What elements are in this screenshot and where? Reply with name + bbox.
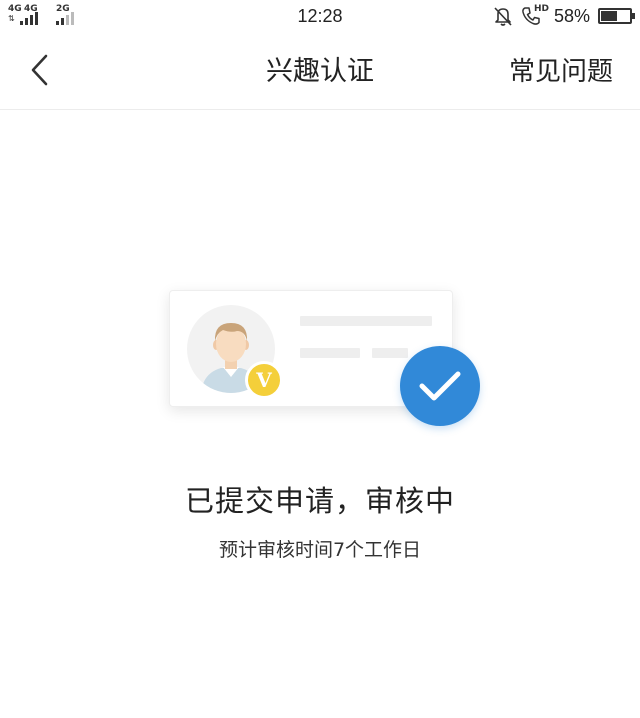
hd-call-icon: HD	[520, 4, 549, 27]
mute-bell-icon	[492, 5, 514, 27]
battery-percent: 58%	[553, 5, 590, 26]
status-right-group: HD 58%	[492, 4, 635, 27]
hd-label: HD	[533, 4, 549, 14]
placeholder-line	[300, 316, 432, 326]
chevron-left-icon	[31, 54, 48, 86]
placeholder-line	[372, 348, 408, 358]
nav-bar: 兴趣认证 常见问题	[0, 34, 640, 110]
battery-level-fill	[601, 11, 617, 21]
battery-icon	[598, 8, 635, 24]
v-badge-icon: V	[245, 361, 283, 399]
placeholder-line	[300, 348, 360, 358]
check-circle	[400, 346, 480, 426]
status-heading: 已提交申请，审核中	[184, 484, 455, 518]
faq-link[interactable]: 常见问题	[509, 34, 613, 110]
status-bar: 4G ⇅ 4G 2G 12:28 HD 58%	[0, 0, 640, 34]
status-subtext: 预计审核时间7个工作日	[218, 539, 422, 561]
checkmark-icon	[419, 371, 461, 401]
back-button[interactable]	[18, 48, 62, 92]
verification-illustration: V	[160, 283, 490, 433]
